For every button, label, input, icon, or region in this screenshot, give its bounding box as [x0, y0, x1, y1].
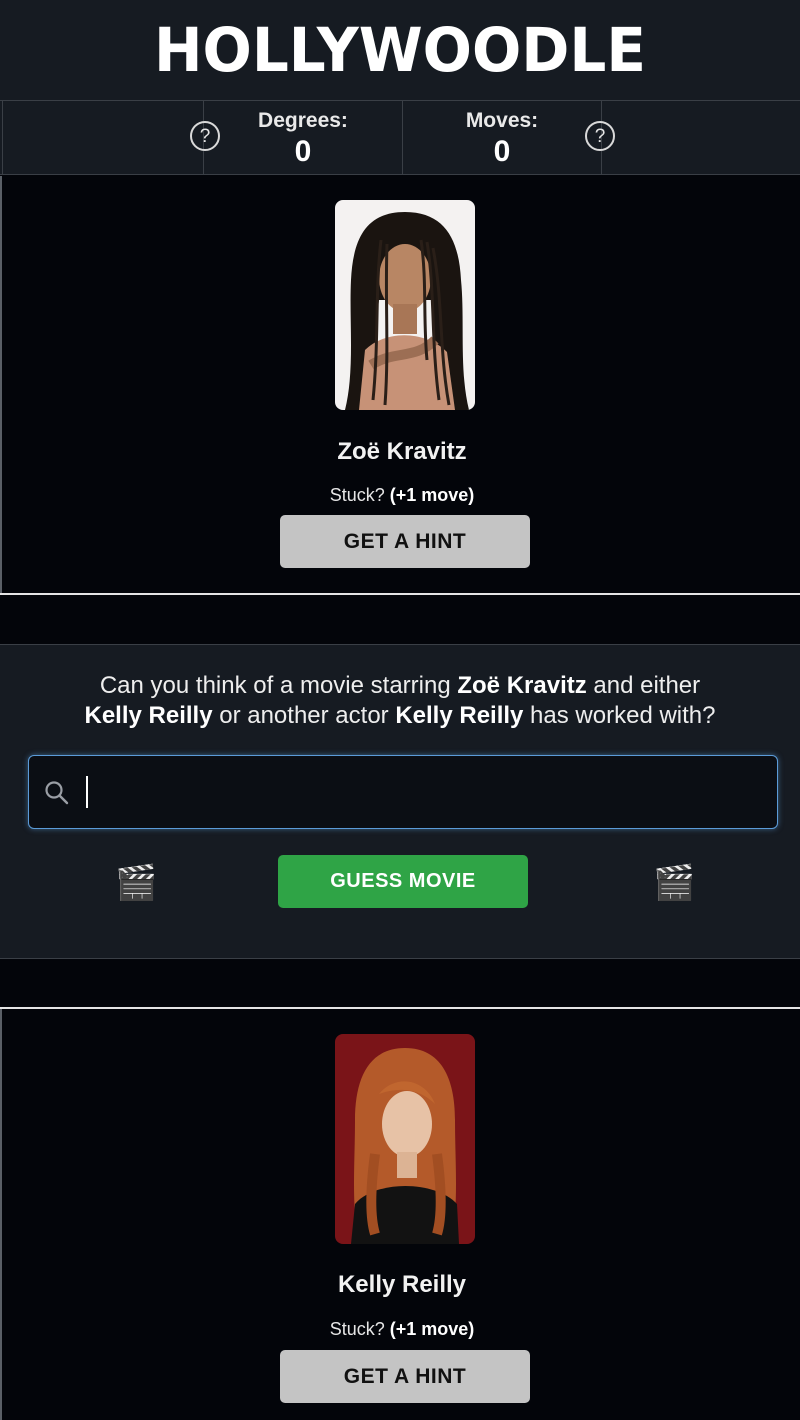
- degrees-stat: Degrees: 0: [228, 107, 378, 169]
- moves-help-icon[interactable]: ?: [585, 121, 615, 151]
- guess-panel: Can you think of a movie starring Zoë Kr…: [0, 644, 800, 959]
- movie-search-box[interactable]: [28, 755, 778, 829]
- start-actor-name: Zoë Kravitz: [337, 438, 467, 465]
- section-divider: [0, 593, 800, 595]
- guess-question: Can you think of a movie starring Zoë Kr…: [84, 672, 716, 729]
- search-icon: [45, 781, 69, 805]
- end-actor-name: Kelly Reilly: [337, 1271, 467, 1298]
- movie-search-input[interactable]: [85, 774, 759, 812]
- start-actor-portrait: [335, 200, 475, 410]
- degrees-value: 0: [294, 135, 312, 168]
- degrees-help-icon[interactable]: ?: [190, 121, 220, 151]
- start-hint-button[interactable]: GET A HINT: [280, 515, 530, 568]
- end-actor-portrait: [335, 1034, 475, 1244]
- stats-divider: [402, 101, 403, 175]
- stats-divider: [2, 101, 3, 175]
- app-header: HOLLYWOODLE: [0, 0, 800, 101]
- stats-bar: ? Degrees: 0 Moves: 0 ?: [0, 101, 800, 175]
- start-actor-card: Zoë Kravitz Stuck? (+1 move) GET A HINT: [0, 176, 800, 594]
- guess-movie-button[interactable]: GUESS MOVIE: [278, 855, 528, 908]
- start-actor-photo: [335, 200, 475, 410]
- clapperboard-icon: 🎬: [115, 864, 158, 902]
- degrees-label: Degrees:: [258, 109, 348, 132]
- app-logo: HOLLYWOODLE: [153, 14, 647, 86]
- end-hint-button[interactable]: GET A HINT: [280, 1350, 530, 1403]
- moves-value: 0: [493, 135, 511, 168]
- end-stuck-text: Stuck? (+1 move): [329, 1319, 475, 1339]
- moves-label: Moves:: [465, 109, 539, 132]
- end-actor-photo: [335, 1034, 475, 1244]
- start-stuck-text: Stuck? (+1 move): [329, 485, 475, 505]
- clapperboard-icon: 🎬: [653, 864, 696, 902]
- moves-stat: Moves: 0: [427, 107, 577, 169]
- end-actor-card: Kelly Reilly Stuck? (+1 move) GET A HINT: [0, 1009, 800, 1420]
